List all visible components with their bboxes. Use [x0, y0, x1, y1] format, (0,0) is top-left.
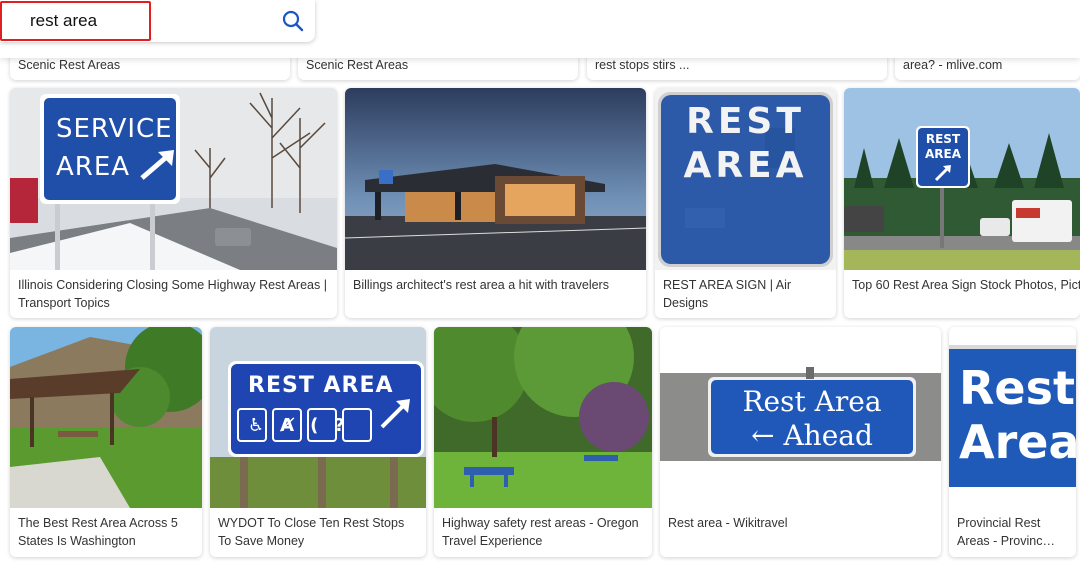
- result-caption: Illinois Considering Closing Some Highwa…: [18, 278, 327, 310]
- result-thumbnail[interactable]: [844, 88, 1080, 270]
- sign-line: Area: [959, 415, 1076, 469]
- result-caption: area? - mlive.com: [903, 58, 1003, 72]
- image-result-card[interactable]: REST AREA REST AREA SIGN | Air Designs: [655, 88, 836, 318]
- sign-line: REST: [686, 101, 805, 142]
- sign-line: SERVICE: [56, 114, 173, 144]
- sign-line-with-arrow: ← Ahead: [711, 419, 913, 453]
- image-result-card[interactable]: Rest Area ← Ahead Rest area - Wikitravel: [660, 327, 941, 557]
- amenity-icons: ♿Ⱥ(?: [248, 415, 361, 436]
- result-caption: Scenic Rest Areas: [306, 58, 409, 72]
- image-result-card[interactable]: Rest Area Provincial Rest Areas - Provin…: [949, 327, 1076, 557]
- sign-line: AREA: [683, 145, 808, 186]
- image-result-card[interactable]: The Best Rest Area Across 5 States Is Wa…: [10, 327, 202, 557]
- image-result-card[interactable]: Billings architect's rest area a hit wit…: [345, 88, 646, 318]
- image-result-card[interactable]: Highway safety rest areas - Oregon Trave…: [434, 327, 652, 557]
- sign-line: Rest Area: [742, 385, 882, 418]
- sign-line: Rest: [959, 361, 1075, 415]
- arrow-icon: [934, 165, 951, 182]
- search-box: [0, 0, 315, 42]
- image-result-card[interactable]: SERVICE AREA Illinois Considering Closin…: [10, 88, 337, 318]
- result-caption: Rest area - Wikitravel: [668, 516, 788, 530]
- result-caption: Highway safety rest areas - Oregon Trave…: [442, 516, 639, 548]
- result-caption: Scenic Rest Areas: [18, 58, 121, 72]
- arrow-left-icon: ←: [751, 419, 784, 452]
- sign-text: REST AREA: [918, 132, 968, 162]
- search-icon[interactable]: [280, 8, 306, 34]
- top-bar: [0, 0, 1080, 58]
- result-caption: Top 60 Rest Area Sign Stock Photos, Pict…: [852, 278, 1080, 292]
- sign-line: REST: [925, 132, 961, 146]
- result-caption: Billings architect's rest area a hit wit…: [353, 278, 609, 292]
- result-caption: REST AREA SIGN | Air Designs: [663, 278, 792, 310]
- result-caption: The Best Rest Area Across 5 States Is Wa…: [18, 516, 178, 548]
- sign-text: REST AREA: [655, 100, 836, 188]
- sign-text: Rest Area ← Ahead: [711, 385, 913, 453]
- image-result-card[interactable]: REST AREA ♿Ⱥ(? WYDOT To Close Ten Rest S…: [210, 327, 426, 557]
- sign-text: Rest Area: [959, 361, 1076, 469]
- result-caption: rest stops stirs ...: [595, 58, 690, 72]
- result-caption: Provincial Rest Areas - Provinc…: [957, 516, 1055, 548]
- sign-text: REST AREA: [248, 373, 394, 398]
- result-caption: WYDOT To Close Ten Rest Stops To Save Mo…: [218, 516, 405, 548]
- result-thumbnail[interactable]: [345, 88, 646, 270]
- search-input[interactable]: [14, 2, 270, 40]
- result-thumbnail[interactable]: [434, 327, 652, 508]
- sign-line: Ahead: [783, 419, 873, 452]
- image-result-card[interactable]: REST AREA Top 60 Rest Area Sign Stock Ph…: [844, 88, 1080, 318]
- arrow-icon: [140, 150, 174, 180]
- sign-line: AREA: [924, 147, 961, 161]
- result-thumbnail[interactable]: [10, 327, 202, 508]
